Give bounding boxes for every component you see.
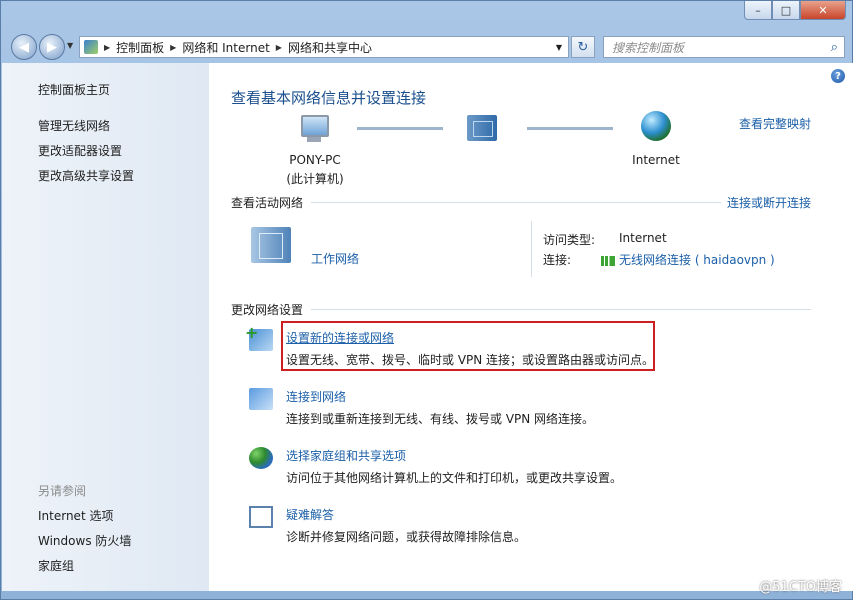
new-connection-icon[interactable] [245,323,273,351]
work-network-link[interactable]: 工作网络 [311,250,359,267]
forward-arrow-icon: ▶ [47,39,57,55]
internet-globe-icon [641,111,671,141]
breadcrumb-network-sharing-center[interactable]: 网络和共享中心 [284,39,376,56]
connect-network-icon[interactable] [249,388,273,410]
help-icon[interactable]: ? [831,69,845,83]
title-bar: – □ ✕ [1,1,852,25]
refresh-icon: ↻ [577,39,589,55]
connection-label: 连接: [543,253,572,267]
breadcrumb-arrow-icon[interactable]: ▶ [102,43,112,52]
access-type-value: Internet [619,231,667,245]
computer-subtitle: (此计算机) [286,172,344,186]
computer-icon [297,115,329,145]
troubleshoot-description: 诊断并修复网络问题，或获得故障排除信息。 [286,530,527,544]
homegroup-description: 访问位于其他网络计算机上的文件和打印机，或更改共享设置。 [286,471,623,485]
page-title: 查看基本网络信息并设置连接 [231,89,427,107]
back-arrow-icon: ◀ [19,39,29,55]
recent-pages-dropdown[interactable]: ▼ [67,41,73,50]
wireless-connection-link[interactable]: 无线网络连接 ( haidaovpn ) [619,253,775,267]
setup-connection-link[interactable]: 设置新的连接或网络 [286,329,394,346]
vertical-divider [531,221,532,277]
section-divider [311,309,811,310]
connection-line [527,127,613,130]
breadcrumb-network-internet[interactable]: 网络和 Internet [178,39,273,56]
connect-network-description: 连接到或重新连接到无线、有线、拨号或 VPN 网络连接。 [286,412,595,426]
search-input[interactable]: 搜索控制面板 ⌕ [603,36,845,58]
section-divider [311,202,721,203]
homegroup-link[interactable]: 选择家庭组和共享选项 [286,447,406,464]
window-controls: – □ ✕ [744,1,846,20]
sidebar-item-manage-wireless[interactable]: 管理无线网络 [38,117,110,134]
search-placeholder: 搜索控制面板 [612,40,685,55]
access-type-label: 访问类型: [543,233,596,247]
connect-disconnect-link[interactable]: 连接或断开连接 [727,194,811,211]
close-button[interactable]: ✕ [800,1,846,20]
network-hub-icon [467,115,497,141]
see-also-heading: 另请参阅 [38,484,87,498]
control-panel-window: – □ ✕ ◀ ▶ ▼ ▶ 控制面板 ▶ 网络和 Internet ▶ 网络和共… [0,0,853,600]
address-bar[interactable]: ▶ 控制面板 ▶ 网络和 Internet ▶ 网络和共享中心 ▼ [79,36,569,58]
troubleshoot-icon[interactable] [249,506,273,528]
breadcrumb-arrow-icon[interactable]: ▶ [274,43,284,52]
maximize-button[interactable]: □ [772,1,800,20]
sidebar-item-adapter-settings[interactable]: 更改适配器设置 [38,142,122,159]
active-networks-heading: 查看活动网络 [231,196,304,210]
watermark: @51CTO博客 [759,580,842,595]
change-settings-heading: 更改网络设置 [231,303,304,317]
control-panel-icon [84,40,98,54]
signal-strength-icon [601,255,615,266]
computer-name: PONY-PC [289,153,341,167]
work-network-icon[interactable] [251,227,291,263]
address-dropdown-icon[interactable]: ▼ [556,43,562,52]
breadcrumb-arrow-icon[interactable]: ▶ [168,43,178,52]
sidebar-item-advanced-sharing[interactable]: 更改高级共享设置 [38,167,134,184]
back-button[interactable]: ◀ [11,34,37,60]
connection-line [357,127,443,130]
troubleshoot-link[interactable]: 疑难解答 [286,506,334,523]
search-icon[interactable]: ⌕ [831,40,838,55]
view-full-map-link[interactable]: 查看完整映射 [739,115,811,132]
minimize-button[interactable]: – [744,1,772,20]
sidebar-item-home[interactable]: 控制面板主页 [38,81,110,98]
sidebar-item-internet-options[interactable]: Internet 选项 [38,507,113,524]
refresh-button[interactable]: ↻ [571,36,595,58]
breadcrumb-control-panel[interactable]: 控制面板 [112,39,168,56]
sidebar-item-homegroup[interactable]: 家庭组 [38,557,74,574]
setup-connection-description: 设置无线、宽带、拨号、临时或 VPN 连接；或设置路由器或访问点。 [286,353,655,367]
forward-button[interactable]: ▶ [39,34,65,60]
connect-network-link[interactable]: 连接到网络 [286,388,346,405]
sidebar-item-windows-firewall[interactable]: Windows 防火墙 [38,532,131,549]
internet-label: Internet [632,153,680,167]
homegroup-icon[interactable] [249,447,273,469]
sidebar: 控制面板主页 管理无线网络 更改适配器设置 更改高级共享设置 另请参阅 Inte… [2,63,209,591]
wireless-connection[interactable]: 无线网络连接 ( haidaovpn ) [601,251,775,268]
address-row: ◀ ▶ ▼ ▶ 控制面板 ▶ 网络和 Internet ▶ 网络和共享中心 ▼ … [1,31,852,61]
main-content: ? 查看基本网络信息并设置连接 查看完整映射 PONY-PC (此计算机) In… [209,63,853,591]
